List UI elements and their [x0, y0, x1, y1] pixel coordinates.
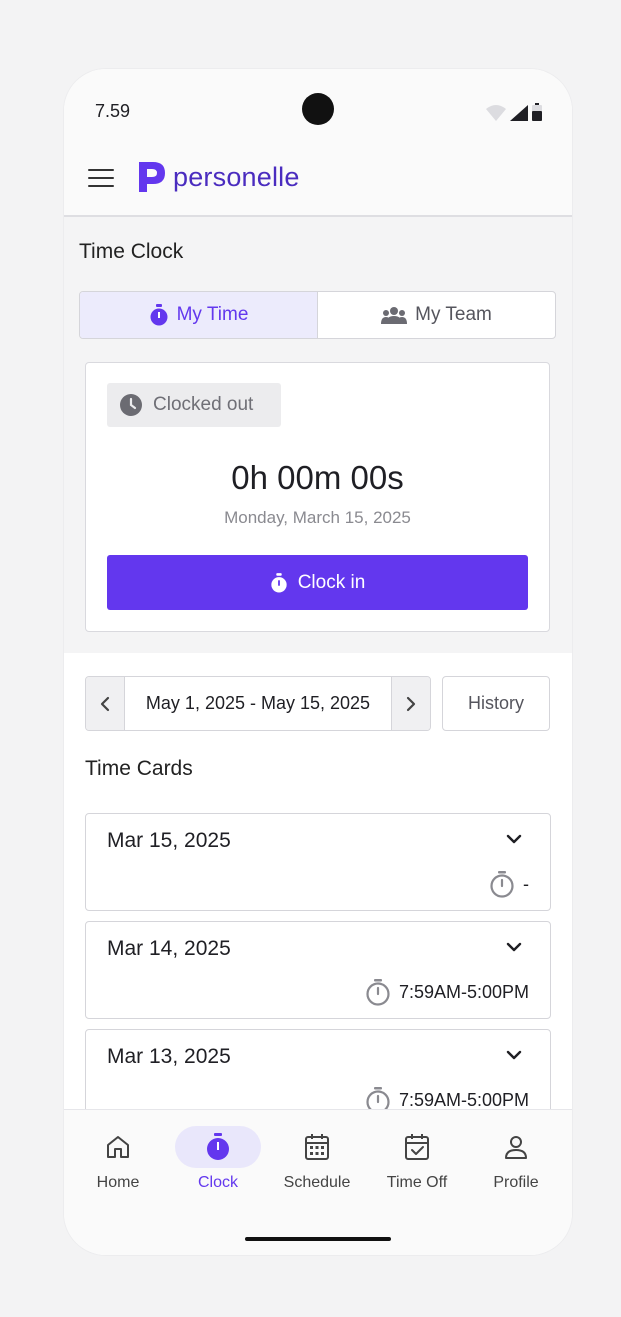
- clock-in-button[interactable]: Clock in: [107, 555, 528, 610]
- wifi-icon: [486, 105, 506, 121]
- status-time: 7.59: [95, 101, 131, 121]
- time-card[interactable]: Mar 14, 2025 7:59AM-5:00PM: [85, 921, 551, 1019]
- signal-icon: [510, 105, 528, 121]
- nav-clock[interactable]: Clock: [168, 1126, 268, 1192]
- app-name: personelle: [173, 161, 300, 192]
- view-toggle: My Time My Team: [79, 291, 556, 339]
- time-cards-title: Time Cards: [85, 757, 193, 780]
- people-icon: [381, 307, 408, 324]
- next-period-button[interactable]: [391, 677, 430, 730]
- home-icon: [107, 1136, 129, 1158]
- time-card-hours: -: [489, 870, 529, 898]
- clock-card: Clocked out 0h 00m 00s Monday, March 15,…: [85, 362, 550, 632]
- nav-icon-wrap: [473, 1126, 559, 1168]
- time-card-hours-text: 7:59AM-5:00PM: [398, 981, 529, 1002]
- nav-icon-wrap: [274, 1126, 360, 1168]
- chevron-down-icon[interactable]: [506, 834, 522, 844]
- stopwatch-outline-icon: [490, 871, 514, 898]
- main-content: Time Clock My Time My Team Clocked out 0…: [64, 217, 572, 1127]
- nav-schedule[interactable]: Schedule: [267, 1126, 367, 1192]
- date-range-picker: May 1, 2025 - May 15, 2025: [85, 676, 431, 731]
- hamburger-menu-icon[interactable]: [88, 169, 114, 189]
- time-card-date: Mar 14, 2025: [107, 937, 231, 960]
- clock-icon: [120, 394, 142, 416]
- chevron-right-icon: [406, 696, 416, 711]
- bottom-navigation: Home Clock Schedule Time Off Profile: [64, 1109, 572, 1255]
- time-card-hours: 7:59AM-5:00PM: [365, 978, 529, 1006]
- nav-label: Schedule: [283, 1174, 351, 1191]
- calendar-check-icon: [405, 1134, 429, 1160]
- stopwatch-icon: [207, 1133, 229, 1160]
- person-icon: [505, 1136, 527, 1159]
- nav-label: Home: [96, 1174, 140, 1191]
- home-indicator[interactable]: [245, 1237, 391, 1241]
- app-bar: personelle: [64, 149, 572, 217]
- camera-cutout: [302, 93, 334, 125]
- current-date: Monday, March 15, 2025: [224, 508, 411, 527]
- history-button[interactable]: History: [442, 676, 550, 731]
- tab-my-team[interactable]: My Team: [318, 292, 555, 338]
- stopwatch-icon: [271, 572, 287, 592]
- status-bar: 7.59: [64, 69, 572, 149]
- stopwatch-outline-icon: [366, 979, 390, 1006]
- nav-icon-wrap: [75, 1126, 161, 1168]
- time-card-hours-text: -: [523, 873, 529, 894]
- nav-label: Time Off: [386, 1174, 448, 1191]
- nav-time-off[interactable]: Time Off: [367, 1126, 467, 1192]
- date-range-text[interactable]: May 1, 2025 - May 15, 2025: [125, 677, 391, 730]
- time-card-hours-text: 7:59AM-5:00PM: [398, 1089, 529, 1110]
- time-clock-section: Time Clock My Time My Team Clocked out 0…: [64, 217, 572, 653]
- tab-label: My Team: [415, 304, 492, 325]
- tab-label: My Time: [176, 304, 249, 325]
- time-cards-section: May 1, 2025 - May 15, 2025 History Time …: [64, 653, 572, 1127]
- tab-my-time[interactable]: My Time: [80, 292, 318, 338]
- battery-icon: [532, 103, 542, 121]
- clock-in-label: Clock in: [297, 571, 366, 593]
- page-title: Time Clock: [79, 240, 184, 263]
- nav-profile[interactable]: Profile: [466, 1126, 566, 1192]
- nav-label: Clock: [197, 1174, 238, 1191]
- nav-home[interactable]: Home: [68, 1126, 168, 1192]
- status-badge: Clocked out: [107, 383, 281, 427]
- chevron-down-icon[interactable]: [506, 942, 522, 952]
- status-text: Clocked out: [153, 394, 254, 415]
- nav-label: Profile: [493, 1174, 539, 1191]
- app-logo: personelle: [137, 160, 300, 194]
- prev-period-button[interactable]: [86, 677, 125, 730]
- time-card[interactable]: Mar 15, 2025 -: [85, 813, 551, 911]
- phone-frame: 7.59 personelle Time Clock My Time My Te…: [64, 69, 572, 1255]
- chevron-left-icon: [100, 696, 110, 711]
- time-card-date: Mar 15, 2025: [107, 829, 231, 852]
- stopwatch-icon: [150, 304, 168, 326]
- logo-mark-icon: [139, 162, 165, 192]
- status-icons: [486, 103, 542, 121]
- nav-icon-wrap: [175, 1126, 261, 1168]
- nav-icon-wrap: [374, 1126, 460, 1168]
- elapsed-timer: 0h 00m 00s: [231, 459, 404, 496]
- calendar-icon: [305, 1134, 329, 1160]
- chevron-down-icon[interactable]: [506, 1050, 522, 1060]
- time-card-date: Mar 13, 2025: [107, 1045, 231, 1068]
